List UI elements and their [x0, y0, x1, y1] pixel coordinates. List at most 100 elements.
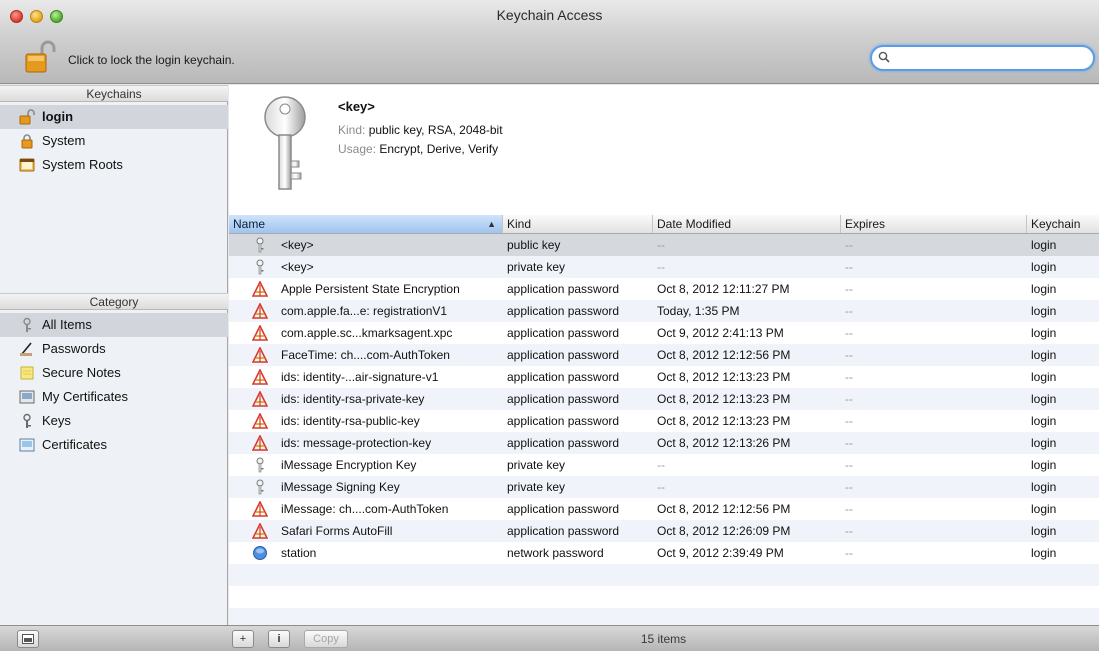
key-icon — [252, 237, 268, 253]
cell-keychain: login — [1031, 436, 1057, 450]
cell-name: iMessage: ch....com-AuthToken — [281, 502, 449, 516]
preview-usage: Usage: Encrypt, Derive, Verify — [338, 142, 498, 156]
cell-kind: public key — [507, 238, 561, 252]
cell-name: com.apple.fa...e: registrationV1 — [281, 304, 448, 318]
cell-kind: private key — [507, 260, 566, 274]
sidebar-item-login[interactable]: login — [0, 105, 228, 129]
app-password-icon — [251, 368, 269, 385]
table-row[interactable]: <key> public key -- -- login — [229, 234, 1099, 256]
table-row[interactable]: ids: identity-rsa-private-key application… — [229, 388, 1099, 410]
sidebar-item-secure-notes[interactable]: Secure Notes — [0, 361, 228, 385]
cell-kind: application password — [507, 282, 620, 296]
column-header-label: Expires — [845, 217, 886, 231]
cell-name: <key> — [281, 260, 314, 274]
cell-expires: -- — [845, 546, 853, 560]
table-row[interactable]: Apple Persistent State Encryption applica… — [229, 278, 1099, 300]
table-row[interactable]: station network password Oct 9, 2012 2:39:… — [229, 542, 1099, 564]
sidebar-item-system[interactable]: System — [0, 129, 228, 153]
preview-usage-value: Encrypt, Derive, Verify — [379, 142, 499, 156]
sidebar-item-label: My Certificates — [42, 389, 128, 404]
column-header-date-modified[interactable]: Date Modified — [653, 215, 841, 233]
cell-keychain: login — [1031, 282, 1057, 296]
unlocked-padlock-icon[interactable] — [24, 40, 58, 76]
column-header-name[interactable]: Name ▲ — [229, 215, 503, 233]
cell-name: ids: identity-...air-signature-v1 — [281, 370, 439, 384]
cell-keychain: login — [1031, 326, 1057, 340]
search-field[interactable] — [870, 45, 1095, 71]
cell-date: Oct 8, 2012 12:13:23 PM — [657, 392, 791, 406]
sidebar-item-passwords[interactable]: Passwords — [0, 337, 228, 361]
cell-expires: -- — [845, 414, 853, 428]
sidebar-item-system-roots[interactable]: System Roots — [0, 153, 228, 177]
cell-name: ids: message-protection-key — [281, 436, 432, 450]
cell-kind: application password — [507, 370, 620, 384]
sidebar-item-keys[interactable]: Keys — [0, 409, 228, 433]
table-row[interactable]: iMessage: ch....com-AuthToken application… — [229, 498, 1099, 520]
cell-keychain: login — [1031, 414, 1057, 428]
empty-row — [229, 586, 1099, 608]
table-row[interactable]: <key> private key -- -- login — [229, 256, 1099, 278]
item-preview: <key> Kind: public key, RSA, 2048-bit Us… — [229, 85, 1099, 215]
column-header-keychain[interactable]: Keychain — [1027, 215, 1099, 233]
cell-kind: private key — [507, 480, 566, 494]
cell-date: Oct 8, 2012 12:12:56 PM — [657, 348, 791, 362]
cell-kind: application password — [507, 304, 620, 318]
cell-expires: -- — [845, 326, 853, 340]
cell-name: station — [281, 546, 317, 560]
sort-ascending-icon: ▲ — [487, 219, 496, 229]
magnifier-icon — [878, 51, 890, 63]
cell-expires: -- — [845, 304, 853, 318]
cell-date: Oct 8, 2012 12:13:26 PM — [657, 436, 791, 450]
cell-date: -- — [657, 480, 665, 494]
my-certificates-icon — [19, 389, 35, 405]
table-row[interactable]: iMessage Signing Key private key -- -- login — [229, 476, 1099, 498]
cell-name: Safari Forms AutoFill — [281, 524, 393, 538]
preview-kind-value: public key, RSA, 2048-bit — [368, 123, 503, 137]
cell-date: Oct 9, 2012 2:41:13 PM — [657, 326, 784, 340]
cell-expires: -- — [845, 238, 853, 252]
column-header-label: Date Modified — [657, 217, 732, 231]
column-header-expires[interactable]: Expires — [841, 215, 1027, 233]
cell-name: iMessage Encryption Key — [281, 458, 417, 472]
sidebar-item-my-certificates[interactable]: My Certificates — [0, 385, 228, 409]
keychain-access-window: Keychain Access Click to lock the login … — [0, 0, 1099, 651]
table-row[interactable]: ids: identity-rsa-public-key application … — [229, 410, 1099, 432]
cell-date: Oct 8, 2012 12:12:56 PM — [657, 502, 791, 516]
cell-expires: -- — [845, 370, 853, 384]
cell-keychain: login — [1031, 458, 1057, 472]
app-password-icon — [251, 324, 269, 341]
sidebar-item-label: System Roots — [42, 157, 123, 172]
cell-keychain: login — [1031, 370, 1057, 384]
cell-date: -- — [657, 458, 665, 472]
bottom-bar: + i Copy 15 items — [0, 625, 1099, 651]
cell-expires: -- — [845, 260, 853, 274]
table-row[interactable]: com.apple.sc...kmarksagent.xpc applicatio… — [229, 322, 1099, 344]
lock-keychain-label[interactable]: Click to lock the login keychain. — [68, 53, 235, 67]
cell-kind: application password — [507, 502, 620, 516]
table-row[interactable]: Safari Forms AutoFill application passwor… — [229, 520, 1099, 542]
table-row[interactable]: ids: identity-...air-signature-v1 applica… — [229, 366, 1099, 388]
app-password-icon — [251, 500, 269, 517]
cell-name: <key> — [281, 238, 314, 252]
sidebar-item-label: Secure Notes — [42, 365, 121, 380]
table-row[interactable]: com.apple.fa...e: registrationV1 applicat… — [229, 300, 1099, 322]
sidebar-item-certificates[interactable]: Certificates — [0, 433, 228, 457]
cell-kind: application password — [507, 414, 620, 428]
cell-expires: -- — [845, 458, 853, 472]
cell-kind: application password — [507, 524, 620, 538]
search-input[interactable] — [892, 49, 1087, 67]
sidebar-item-label: Passwords — [42, 341, 106, 356]
app-password-icon — [251, 390, 269, 407]
sidebar-item-all-items[interactable]: All Items — [0, 313, 228, 337]
certificates-icon — [19, 437, 35, 453]
keys-icon — [19, 413, 35, 429]
cell-expires: -- — [845, 392, 853, 406]
sidebar-item-label: Keys — [42, 413, 71, 428]
table-row[interactable]: iMessage Encryption Key private key -- -- lo… — [229, 454, 1099, 476]
column-header-kind[interactable]: Kind — [503, 215, 653, 233]
items-table: Name ▲ Kind Date Modified Expires Keycha… — [229, 215, 1099, 625]
app-password-icon — [251, 302, 269, 319]
table-row[interactable]: ids: message-protection-key application p… — [229, 432, 1099, 454]
cell-expires: -- — [845, 480, 853, 494]
table-row[interactable]: FaceTime: ch....com-AuthToken application… — [229, 344, 1099, 366]
